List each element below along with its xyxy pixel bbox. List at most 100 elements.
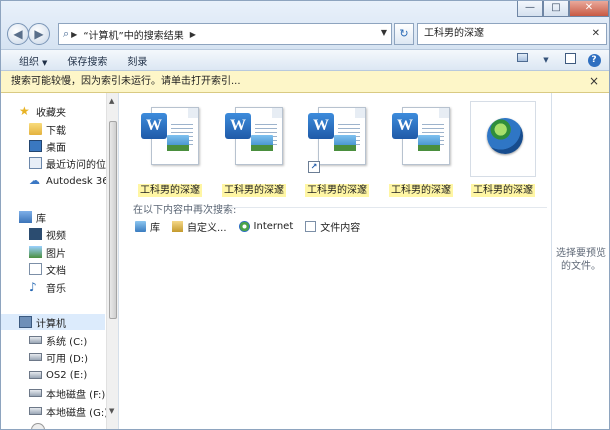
address-dropdown-icon[interactable]: ▼ bbox=[381, 28, 387, 37]
custom-folder-icon bbox=[172, 221, 183, 232]
search-again-file-contents[interactable]: 文件内容 bbox=[305, 219, 360, 234]
scrollbar-thumb[interactable] bbox=[109, 121, 117, 319]
save-search-button[interactable]: 保存搜索 bbox=[67, 53, 107, 68]
command-toolbar: 组织 ▼ 保存搜索 刻录 ▼ ? bbox=[1, 49, 609, 71]
file-name: 工科男的深邃 bbox=[471, 184, 535, 197]
word-document-icon: W bbox=[141, 107, 199, 173]
sidebar-scrollbar[interactable]: ▲ ▼ bbox=[106, 93, 118, 429]
sidebar-item-drive-d[interactable]: 可用 (D:) bbox=[1, 349, 88, 365]
music-note-icon: ♪ bbox=[29, 280, 37, 294]
chevron-down-icon: ▼ bbox=[543, 56, 549, 64]
scroll-up-icon[interactable]: ▲ bbox=[109, 97, 114, 105]
title-bar: — □ ✕ ◀ ▶ ⌕ ▶ “计算机”中的搜索结果 ▶ ▼ ↻ 工科男的深邃 ✕ bbox=[1, 1, 609, 49]
sidebar-item-label: 音乐 bbox=[46, 283, 66, 295]
globe-icon bbox=[487, 118, 523, 154]
drive-icon bbox=[29, 353, 42, 361]
search-again-custom[interactable]: 自定义... bbox=[172, 219, 227, 234]
sidebar-item-videos[interactable]: 视频 bbox=[1, 226, 66, 242]
file-name: 工科男的深邃 bbox=[389, 184, 453, 197]
sidebar-item-label: 文档 bbox=[46, 265, 66, 277]
sidebar-item-label: 库 bbox=[36, 213, 46, 225]
search-again-label: 库 bbox=[150, 223, 160, 234]
sidebar-item-favorites[interactable]: ★ 收藏夹 bbox=[1, 103, 66, 119]
file-list-pane: W 工科男的深邃 W 工科男的深邃 W ↗ 工科男的深邃 W 工科男的深邃 工科… bbox=[119, 93, 551, 429]
help-button[interactable]: ? bbox=[585, 52, 603, 68]
file-name: 工科男的深邃 bbox=[138, 184, 202, 197]
organize-label: 组织 bbox=[19, 56, 39, 68]
sidebar-item-label: 桌面 bbox=[46, 142, 66, 154]
sidebar-item-label: Autodesk 360 bbox=[46, 175, 115, 187]
cloud-icon: ☁ bbox=[29, 174, 40, 187]
navigation-pane: ★ 收藏夹 下载 桌面 最近访问的位置 ☁ Autodesk 360 库 视频 图片… bbox=[1, 93, 119, 429]
address-bar[interactable]: ⌕ ▶ “计算机”中的搜索结果 ▶ ▼ bbox=[58, 23, 392, 45]
back-button[interactable]: ◀ bbox=[7, 23, 29, 45]
sidebar-item-drive-c[interactable]: 系统 (C:) bbox=[1, 332, 87, 348]
picture-icon bbox=[29, 246, 42, 258]
info-bar-text: 搜索可能较慢，因为索引未运行。请单击打开索引... bbox=[11, 76, 241, 87]
file-item[interactable]: 工科男的深邃 bbox=[464, 101, 542, 197]
file-item[interactable]: W 工科男的深邃 bbox=[131, 101, 209, 197]
clear-search-icon[interactable]: ✕ bbox=[592, 24, 600, 44]
search-again-libraries[interactable]: 库 bbox=[135, 219, 160, 234]
scroll-down-icon[interactable]: ▼ bbox=[109, 407, 114, 415]
window-controls: — □ ✕ bbox=[517, 1, 609, 17]
library-icon bbox=[135, 221, 146, 232]
sidebar-item-label: 可用 (D:) bbox=[46, 353, 89, 365]
organize-menu[interactable]: 组织 ▼ bbox=[19, 53, 47, 68]
view-options-dropdown[interactable]: ▼ bbox=[537, 52, 555, 68]
file-name: 工科男的深邃 bbox=[305, 184, 369, 197]
forward-button[interactable]: ▶ bbox=[28, 23, 50, 45]
drive-icon bbox=[29, 371, 42, 379]
sidebar-item-computer[interactable]: 计算机 bbox=[1, 314, 105, 330]
sidebar-item-music[interactable]: ♪ 音乐 bbox=[1, 279, 66, 295]
sidebar-item-downloads[interactable]: 下载 bbox=[1, 121, 66, 137]
sidebar-item-recent-places[interactable]: 最近访问的位置 bbox=[1, 155, 116, 171]
system-drive-icon bbox=[29, 336, 42, 344]
computer-icon bbox=[19, 316, 32, 328]
maximize-button[interactable]: □ bbox=[543, 1, 569, 17]
file-contents-icon bbox=[305, 221, 317, 232]
sidebar-item-label: 本地磁盘 (F:) bbox=[46, 389, 106, 401]
sidebar-item-pictures[interactable]: 图片 bbox=[1, 244, 66, 260]
index-info-bar[interactable]: 搜索可能较慢，因为索引未运行。请单击打开索引... × bbox=[1, 71, 609, 93]
shortcut-arrow-icon: ↗ bbox=[308, 161, 320, 173]
word-document-shortcut-icon: W ↗ bbox=[308, 107, 366, 173]
file-item[interactable]: W 工科男的深邃 bbox=[215, 101, 293, 197]
sidebar-item-documents[interactable]: 文档 bbox=[1, 261, 66, 277]
chevron-down-icon: ▼ bbox=[42, 58, 48, 67]
sidebar-item-label: 图片 bbox=[46, 248, 66, 260]
preview-pane-icon bbox=[564, 53, 576, 64]
sidebar-item-drive-f[interactable]: 本地磁盘 (F:) bbox=[1, 385, 105, 401]
change-view-button[interactable] bbox=[513, 52, 531, 68]
burn-button[interactable]: 刻录 bbox=[127, 53, 147, 68]
sidebar-item-drive-g[interactable]: 本地磁盘 (G:) bbox=[1, 403, 108, 419]
close-icon[interactable]: × bbox=[589, 71, 599, 92]
refresh-button[interactable]: ↻ bbox=[394, 23, 414, 45]
breadcrumb-separator-icon[interactable]: ▶ bbox=[71, 30, 77, 39]
breadcrumb-search-results[interactable]: “计算机”中的搜索结果 bbox=[83, 27, 183, 42]
preview-pane-button[interactable] bbox=[561, 52, 579, 68]
close-button[interactable]: ✕ bbox=[569, 1, 609, 17]
sidebar-item-desktop[interactable]: 桌面 bbox=[1, 138, 66, 154]
breadcrumb-separator-icon[interactable]: ▶ bbox=[190, 30, 196, 39]
toolbar-right: ▼ ? bbox=[507, 52, 603, 68]
view-icon bbox=[516, 53, 528, 62]
sidebar-item-label: 收藏夹 bbox=[36, 107, 66, 119]
drive-icon bbox=[29, 407, 42, 415]
word-document-icon: W bbox=[225, 107, 283, 173]
arrow-right-icon: ▶ bbox=[34, 27, 44, 41]
search-again-internet[interactable]: Internet bbox=[238, 221, 293, 232]
search-input[interactable]: 工科男的深邃 ✕ bbox=[417, 23, 607, 45]
sidebar-item-autodesk-360[interactable]: ☁ Autodesk 360 bbox=[1, 173, 115, 189]
recent-places-icon bbox=[29, 157, 42, 169]
minimize-button[interactable]: — bbox=[517, 1, 543, 17]
sidebar-item-drive-e[interactable]: OS2 (E:) bbox=[1, 367, 87, 383]
status-bar-icon bbox=[31, 423, 45, 429]
sidebar-item-label: 下载 bbox=[46, 125, 66, 137]
sidebar-item-label: 本地磁盘 (G:) bbox=[46, 407, 109, 419]
sidebar-item-label: 系统 (C:) bbox=[46, 336, 88, 348]
internet-icon bbox=[238, 221, 250, 232]
sidebar-item-libraries[interactable]: 库 bbox=[1, 209, 46, 225]
file-item[interactable]: W 工科男的深邃 bbox=[382, 101, 460, 197]
file-item[interactable]: W ↗ 工科男的深邃 bbox=[298, 101, 376, 197]
